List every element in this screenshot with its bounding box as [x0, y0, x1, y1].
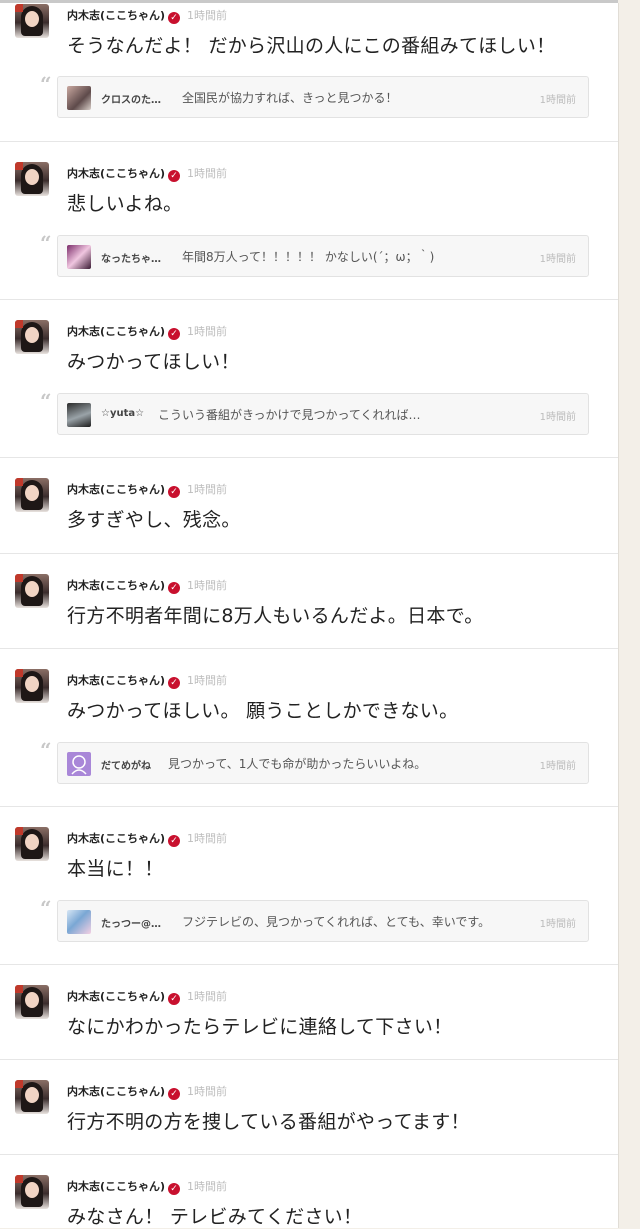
avatar[interactable] [67, 752, 91, 776]
verified-check-icon: ✓ [168, 1088, 181, 1100]
post-item: 内木志(ここちゃん) ✓ 1時間前 みなさん！ テレビみてください！ [0, 1154, 618, 1228]
post-author[interactable]: 内木志(ここちゃん) ✓ [67, 1083, 181, 1100]
quoted-reply[interactable]: なったちゃ… 年間8万人って！！！！！ かなしい(´；ω；｀) 1時間前 [57, 235, 589, 277]
avatar[interactable] [15, 1080, 49, 1114]
verified-check-icon: ✓ [168, 835, 181, 847]
quoted-reply[interactable]: ☆yuta☆ こういう番組がきっかけで見つかってくれれば… 1時間前 [57, 393, 589, 435]
quote-mark-icon: “ [40, 231, 52, 255]
post-time[interactable]: 1時間前 [187, 1178, 227, 1194]
quoted-reply[interactable]: だてめがね 見つかって、1人でも命が助かったらいいよね。 1時間前 [57, 742, 589, 784]
quote-author[interactable]: クロスのた… [101, 91, 161, 106]
post-item: 内木志(ここちゃん) ✓ 1時間前 みつかってほしい！ “ ☆yuta☆ こういう… [0, 299, 618, 458]
avatar[interactable] [15, 1175, 49, 1209]
verified-check-icon: ✓ [168, 170, 181, 182]
post-item: 内木志(ここちゃん) ✓ 1時間前 悲しいよね。 “ なったちゃ… 年間8万人って… [0, 141, 618, 300]
avatar[interactable] [15, 320, 49, 354]
post-text: みつかってほしい。 願うことしかできない。 [67, 700, 459, 722]
quote-time[interactable]: 1時間前 [540, 91, 576, 106]
post-time[interactable]: 1時間前 [187, 323, 227, 339]
quote-text: フジテレビの、見つかってくれれば、とても、幸いです。 [182, 915, 491, 929]
verified-check-icon: ✓ [168, 12, 181, 24]
post-item: 内木志(ここちゃん) ✓ 1時間前 そうなんだよ！ だから沢山の人にこの番組みてほ… [0, 0, 618, 142]
avatar[interactable] [67, 403, 91, 427]
post-author[interactable]: 内木志(ここちゃん) ✓ [67, 1178, 181, 1195]
post-time[interactable]: 1時間前 [187, 988, 227, 1004]
avatar[interactable] [67, 245, 91, 269]
quote-mark-icon: “ [40, 738, 52, 762]
post-author[interactable]: 内木志(ここちゃん) ✓ [67, 323, 181, 340]
post-text: みなさん！ テレビみてください！ [67, 1206, 363, 1228]
avatar[interactable] [15, 827, 49, 861]
post-item: 内木志(ここちゃん) ✓ 1時間前 行方不明者年間に8万人もいるんだよ。日本で。 [0, 553, 618, 649]
verified-check-icon: ✓ [168, 486, 181, 498]
avatar[interactable] [15, 4, 49, 38]
quote-time[interactable]: 1時間前 [540, 757, 576, 772]
post-item: 内木志(ここちゃん) ✓ 1時間前 多すぎやし、残念。 [0, 457, 618, 554]
post-text: 本当に！！ [67, 858, 164, 880]
quote-text: 見つかって、1人でも命が助かったらいいよね。 [168, 757, 427, 771]
quote-author[interactable]: だてめがね [101, 757, 151, 772]
quote-text: 全国民が協力すれば、きっと見つかる！ [182, 91, 398, 105]
post-author[interactable]: 内木志(ここちゃん) ✓ [67, 481, 181, 498]
quote-author[interactable]: なったちゃ… [101, 250, 161, 265]
verified-check-icon: ✓ [168, 582, 181, 594]
quote-mark-icon: “ [40, 72, 52, 96]
post-text: みつかってほしい！ [67, 351, 240, 373]
timeline-feed: 内木志(ここちゃん) ✓ 1時間前 そうなんだよ！ だから沢山の人にこの番組みてほ… [0, 3, 619, 1228]
verified-check-icon: ✓ [168, 993, 181, 1005]
post-time[interactable]: 1時間前 [187, 1083, 227, 1099]
post-time[interactable]: 1時間前 [187, 672, 227, 688]
avatar[interactable] [15, 162, 49, 196]
avatar[interactable] [15, 574, 49, 608]
avatar[interactable] [15, 669, 49, 703]
post-time[interactable]: 1時間前 [187, 481, 227, 497]
post-time[interactable]: 1時間前 [187, 577, 227, 593]
avatar[interactable] [67, 86, 91, 110]
quote-time[interactable]: 1時間前 [540, 408, 576, 423]
post-text: 多すぎやし、残念。 [67, 509, 241, 531]
post-time[interactable]: 1時間前 [187, 830, 227, 846]
post-text: なにかわかったらテレビに連絡して下さい！ [67, 1016, 453, 1038]
post-item: 内木志(ここちゃん) ✓ 1時間前 みつかってほしい。 願うことしかできない。 “… [0, 648, 618, 807]
quote-mark-icon: “ [40, 896, 52, 920]
post-author[interactable]: 内木志(ここちゃん) ✓ [67, 988, 181, 1005]
quote-text: こういう番組がきっかけで見つかってくれれば… [158, 408, 421, 422]
post-author[interactable]: 内木志(ここちゃん) ✓ [67, 7, 181, 24]
post-item: 内木志(ここちゃん) ✓ 1時間前 行方不明の方を捜している番組がやってます！ [0, 1059, 618, 1155]
avatar[interactable] [15, 985, 49, 1019]
quote-author[interactable]: たっつー@… [101, 915, 161, 930]
verified-check-icon: ✓ [168, 328, 181, 340]
post-item: 内木志(ここちゃん) ✓ 1時間前 本当に！！ “ たっつー@… フジテレビの、見… [0, 806, 618, 965]
post-author[interactable]: 内木志(ここちゃん) ✓ [67, 672, 181, 689]
post-text: そうなんだよ！ だから沢山の人にこの番組みてほしい！ [67, 35, 556, 57]
quote-time[interactable]: 1時間前 [540, 915, 576, 930]
avatar[interactable] [15, 478, 49, 512]
post-text: 行方不明者年間に8万人もいるんだよ。日本で。 [67, 605, 484, 627]
post-text: 悲しいよね。 [67, 193, 183, 215]
post-item: 内木志(ここちゃん) ✓ 1時間前 なにかわかったらテレビに連絡して下さい！ [0, 964, 618, 1060]
quote-mark-icon: “ [40, 389, 52, 413]
quoted-reply[interactable]: たっつー@… フジテレビの、見つかってくれれば、とても、幸いです。 1時間前 [57, 900, 589, 942]
post-author[interactable]: 内木志(ここちゃん) ✓ [67, 577, 181, 594]
post-time[interactable]: 1時間前 [187, 7, 227, 23]
post-text: 行方不明の方を捜している番組がやってます！ [67, 1111, 470, 1133]
verified-check-icon: ✓ [168, 677, 181, 689]
quote-text: 年間8万人って！！！！！ かなしい(´；ω；｀) [182, 250, 435, 264]
post-author[interactable]: 内木志(ここちゃん) ✓ [67, 165, 181, 182]
quote-author[interactable]: ☆yuta☆ [101, 408, 144, 419]
quote-time[interactable]: 1時間前 [540, 250, 576, 265]
verified-check-icon: ✓ [168, 1183, 181, 1195]
avatar[interactable] [67, 910, 91, 934]
post-time[interactable]: 1時間前 [187, 165, 227, 181]
post-author[interactable]: 内木志(ここちゃん) ✓ [67, 830, 181, 847]
quoted-reply[interactable]: クロスのた… 全国民が協力すれば、きっと見つかる！ 1時間前 [57, 76, 589, 118]
